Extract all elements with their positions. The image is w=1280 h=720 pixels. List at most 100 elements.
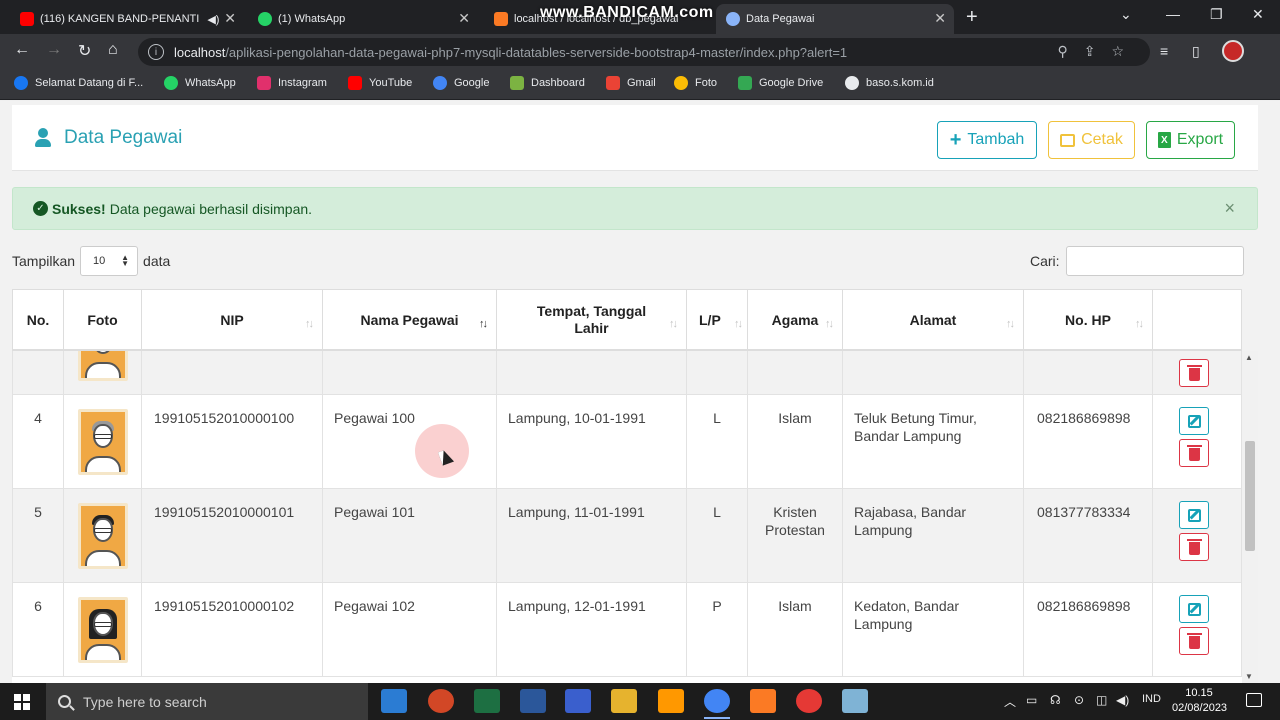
column-header-label: Tempat, Tanggal Lahir (536, 303, 647, 336)
taskbar-search[interactable]: Type here to search (46, 683, 368, 720)
reading-list-icon[interactable]: ≡ (1160, 43, 1168, 59)
notification-icon[interactable] (1246, 693, 1262, 707)
tray-chevron-icon[interactable]: ︿ (1004, 693, 1016, 710)
search-input[interactable] (1065, 246, 1244, 276)
gmail-icon (606, 76, 620, 90)
column-header-agama[interactable]: Agama ↑↓ (748, 290, 843, 350)
close-icon[interactable]: ✕ (224, 10, 236, 27)
bookmark-youtube[interactable]: YouTube (348, 76, 412, 90)
bookmark-foto[interactable]: Foto (674, 76, 717, 90)
column-header-lp[interactable]: L/P ↑↓ (687, 290, 748, 350)
cell-nip: 199105152010000102 (142, 583, 323, 677)
bandicam-icon[interactable] (796, 689, 822, 713)
bookmark-google-drive[interactable]: Google Drive (738, 76, 823, 90)
xampp-icon[interactable] (750, 689, 776, 713)
column-header-nip[interactable]: NIP ↑↓ (142, 290, 323, 350)
share-icon[interactable]: ⇪ (1084, 43, 1112, 59)
edit-button[interactable] (1179, 501, 1209, 529)
battery-icon[interactable]: ▭ (1026, 693, 1037, 707)
home-icon[interactable]: ⌂ (108, 41, 118, 59)
bookmark-whatsapp[interactable]: WhatsApp (164, 76, 236, 90)
address-bar: ← → ↻ ⌂ i localhost/aplikasi-pengolahan-… (0, 34, 1280, 70)
zoom-icon[interactable]: ⚲ (1057, 43, 1083, 59)
clock-time: 10.15 (1185, 687, 1213, 699)
powerpoint-icon[interactable] (428, 689, 454, 713)
tab-data-pegawai[interactable]: Data Pegawai ✕ (716, 4, 954, 34)
photos-icon (674, 76, 688, 90)
tab-search-icon[interactable]: ⌄ (1120, 6, 1132, 23)
delete-button[interactable] (1179, 627, 1209, 655)
sort-asc-icon: ↑↓ (479, 318, 488, 330)
taskbar-clock[interactable]: 10.15 02/08/2023 (1172, 686, 1227, 716)
add-button[interactable]: + Tambah (937, 121, 1037, 159)
excel-app-icon[interactable] (474, 689, 500, 713)
word-icon[interactable] (520, 689, 546, 713)
print-button[interactable]: Cetak (1048, 121, 1135, 159)
scroll-down-icon[interactable]: ▼ (1245, 672, 1253, 681)
url-path: /aplikasi-pengolahan-data-pegawai-php7-m… (225, 44, 848, 60)
column-header-label: L/P (699, 311, 721, 328)
forward-icon[interactable]: → (46, 41, 62, 59)
volume-icon[interactable]: ◀) (1116, 693, 1129, 707)
site-info-icon[interactable]: i (148, 44, 164, 60)
notepad-icon[interactable] (842, 689, 868, 713)
column-header-hp[interactable]: No. HP ↑↓ (1024, 290, 1153, 350)
tab-youtube[interactable]: (116) KANGEN BAND-PENANTI ◀) ✕ (10, 4, 244, 34)
sublime-icon[interactable] (658, 689, 684, 713)
chrome-icon[interactable] (704, 689, 730, 719)
cell-alamat: Teluk Betung Timur, Bandar Lampung (843, 395, 1024, 489)
cell-agama: Kristen Protestan (748, 489, 843, 583)
scrollbar-thumb[interactable] (1245, 441, 1255, 551)
table-header: No. Foto NIP ↑↓ Nama Pegawai ↑↓ Tempat, Ta… (12, 289, 1242, 351)
alert-close-button[interactable]: × (1224, 198, 1235, 219)
profile-avatar[interactable] (1222, 40, 1244, 62)
bookmark-baso[interactable]: baso.s.kom.id (845, 76, 934, 90)
close-icon[interactable]: ✕ (934, 10, 946, 27)
window-close-icon[interactable]: ✕ (1252, 6, 1264, 23)
bookmark-google[interactable]: Google (433, 76, 489, 90)
page-length-control: Tampilkan 10 ▲ ▼ data (12, 246, 170, 276)
url-input[interactable]: i localhost/aplikasi-pengolahan-data-peg… (138, 38, 1150, 66)
scroll-up-icon[interactable]: ▲ (1245, 353, 1253, 362)
edit-button[interactable] (1179, 595, 1209, 623)
side-panel-icon[interactable]: ▯ (1192, 43, 1200, 60)
maximize-icon[interactable]: ❐ (1210, 6, 1223, 23)
globe-icon (845, 76, 859, 90)
table-scrollbar[interactable]: ▲ ▼ (1242, 351, 1258, 683)
file-explorer-icon[interactable] (611, 689, 637, 713)
edit-button[interactable] (1179, 407, 1209, 435)
column-header-alamat[interactable]: Alamat ↑↓ (843, 290, 1024, 350)
delete-button[interactable] (1179, 359, 1209, 387)
column-header-actions (1153, 290, 1242, 350)
export-button[interactable]: X Export (1146, 121, 1235, 159)
close-icon[interactable]: ✕ (458, 10, 470, 27)
minimize-icon[interactable]: — (1166, 6, 1180, 22)
bookmark-dashboard[interactable]: Dashboard (510, 76, 585, 90)
windows-start-icon[interactable] (14, 694, 30, 710)
cell-alamat: Rajabasa, Bandar Lampung (843, 489, 1024, 583)
mail-icon[interactable] (381, 689, 407, 713)
column-header-ttl[interactable]: Tempat, Tanggal Lahir ↑↓ (497, 290, 687, 350)
browser-tab-bar: (116) KANGEN BAND-PENANTI ◀) ✕ (1) Whats… (0, 0, 1280, 34)
delete-button[interactable] (1179, 439, 1209, 467)
new-tab-icon[interactable]: + (966, 6, 978, 29)
delete-button[interactable] (1179, 533, 1209, 561)
print-icon (1060, 133, 1076, 147)
bookmark-star-icon[interactable]: ☆ (1111, 43, 1140, 59)
column-header-nama[interactable]: Nama Pegawai ↑↓ (323, 290, 497, 350)
reload-icon[interactable]: ↻ (78, 41, 91, 61)
network-icon[interactable]: ☊ (1050, 693, 1061, 707)
omnibox-actions[interactable]: ⚲⇪☆ (1057, 43, 1140, 60)
excel-icon: X (1157, 132, 1171, 148)
wifi-icon[interactable]: ◫ (1096, 693, 1107, 707)
bookmark-instagram[interactable]: Instagram (257, 76, 327, 90)
bookmark-facebook[interactable]: Selamat Datang di F... (14, 76, 143, 90)
location-icon[interactable]: ⊙ (1074, 693, 1084, 707)
tab-whatsapp[interactable]: (1) WhatsApp ✕ (248, 4, 478, 34)
globe-icon (726, 12, 740, 26)
back-icon[interactable]: ← (14, 41, 30, 59)
visual-studio-icon[interactable] (565, 689, 591, 713)
page-length-select[interactable]: 10 ▲ ▼ (80, 246, 139, 276)
language-indicator[interactable]: IND (1142, 693, 1161, 705)
bookmark-gmail[interactable]: Gmail (606, 76, 656, 90)
